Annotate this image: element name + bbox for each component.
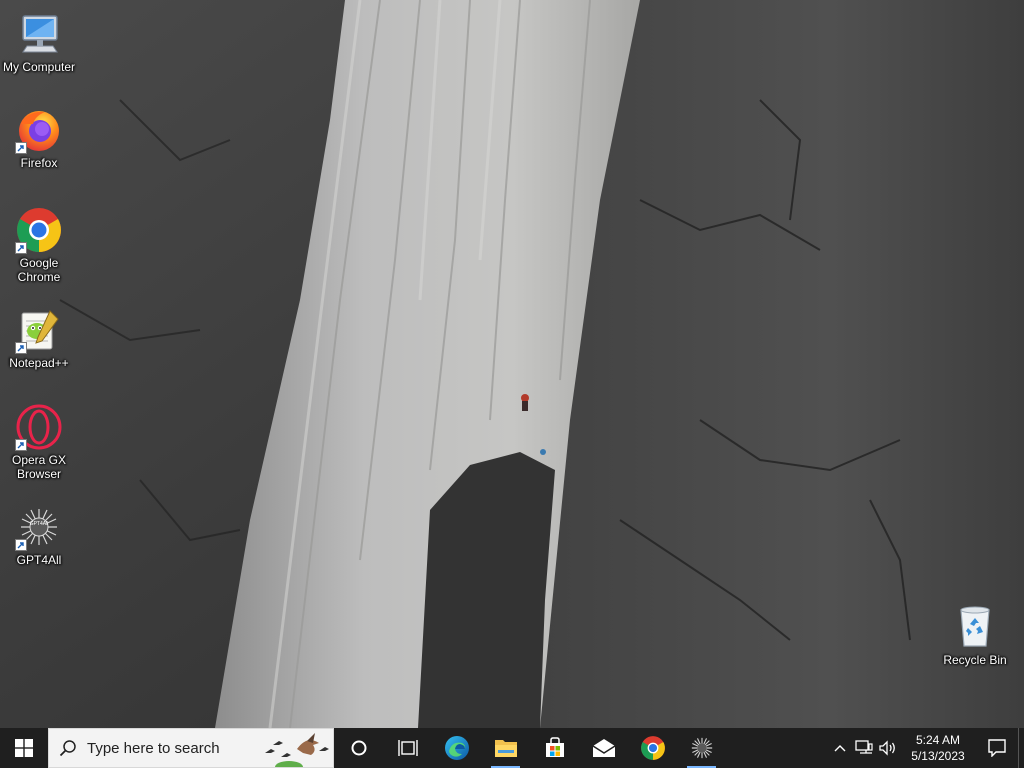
shortcut-arrow-icon — [15, 142, 27, 154]
mail-icon — [592, 739, 615, 757]
desktop-icon-label: Google Chrome — [17, 256, 61, 284]
clock-date: 5/13/2023 — [911, 749, 965, 763]
desktop-icon-label: My Computer — [2, 60, 76, 74]
shortcut-arrow-icon — [15, 242, 27, 254]
notepadpp-icon — [15, 306, 63, 354]
gpt4all-icon — [691, 737, 712, 759]
clock-time: 5:24 AM — [915, 733, 961, 747]
folder-icon — [494, 740, 517, 757]
taskbar-store-button[interactable] — [530, 728, 579, 768]
taskbar-mail-button[interactable] — [579, 728, 628, 768]
taskbar-clock[interactable]: 5:24 AM 5/13/2023 — [900, 728, 976, 768]
gpt4all-icon: GPT4All — [15, 503, 63, 551]
cortana-circle-icon — [351, 740, 366, 756]
desktop-icon-firefox[interactable]: Firefox — [1, 106, 77, 170]
shortcut-arrow-icon — [15, 439, 27, 451]
search-highlight-birds-icon — [265, 733, 329, 767]
taskbar-edge-button[interactable] — [432, 728, 481, 768]
system-tray: 5:24 AM 5/13/2023 — [828, 728, 1024, 768]
taskbar-gpt4all-button[interactable] — [677, 728, 726, 768]
windows-logo-icon — [15, 739, 33, 757]
chrome-icon — [640, 736, 665, 760]
chrome-icon — [15, 206, 63, 254]
desktop-icon-gpt4all[interactable]: GPT4All GPT4All — [1, 503, 77, 567]
firefox-icon — [15, 106, 63, 154]
cortana-button[interactable] — [334, 728, 383, 768]
opera-gx-icon — [15, 403, 63, 451]
task-view-icon — [397, 740, 418, 756]
taskbar: 5:24 AM 5/13/2023 — [0, 728, 1024, 768]
notification-icon — [988, 739, 1006, 757]
desktop-icon-my-computer[interactable]: My Computer — [1, 10, 77, 74]
desktop-icon-opera-gx[interactable]: Opera GX Browser — [1, 403, 77, 481]
chevron-up-icon[interactable] — [828, 728, 852, 768]
show-desktop-button[interactable] — [1018, 728, 1024, 768]
taskbar-chrome-button[interactable] — [628, 728, 677, 768]
desktop-icon-label: Opera GX Browser — [11, 453, 67, 481]
search-icon — [49, 739, 87, 757]
recycle-bin-icon — [951, 603, 999, 651]
shortcut-arrow-icon — [15, 539, 27, 551]
task-view-button[interactable] — [383, 728, 432, 768]
desktop-icon-notepad-plus-plus[interactable]: Notepad++ — [1, 306, 77, 370]
volume-icon[interactable] — [876, 728, 900, 768]
gpt4all-logo-text: GPT4All — [30, 521, 49, 527]
store-icon — [545, 737, 564, 757]
search-input[interactable] — [87, 739, 257, 757]
desktop-icon-label: GPT4All — [16, 553, 62, 567]
network-icon[interactable] — [852, 728, 876, 768]
desktop-wallpaper — [0, 0, 1024, 728]
action-center-button[interactable] — [976, 728, 1018, 768]
desktop-icon-google-chrome[interactable]: Google Chrome — [1, 206, 77, 284]
taskbar-file-explorer-button[interactable] — [481, 728, 530, 768]
desktop-icon-label: Notepad++ — [9, 356, 69, 370]
start-button[interactable] — [0, 728, 48, 768]
desktop-icon-label: Firefox — [20, 156, 58, 170]
shortcut-arrow-icon — [15, 342, 27, 354]
computer-icon — [15, 10, 63, 58]
edge-icon — [444, 736, 469, 760]
taskbar-search-box[interactable] — [48, 728, 334, 768]
desktop-icon-recycle-bin[interactable]: Recycle Bin — [937, 603, 1013, 667]
desktop-icon-label: Recycle Bin — [943, 653, 1007, 667]
